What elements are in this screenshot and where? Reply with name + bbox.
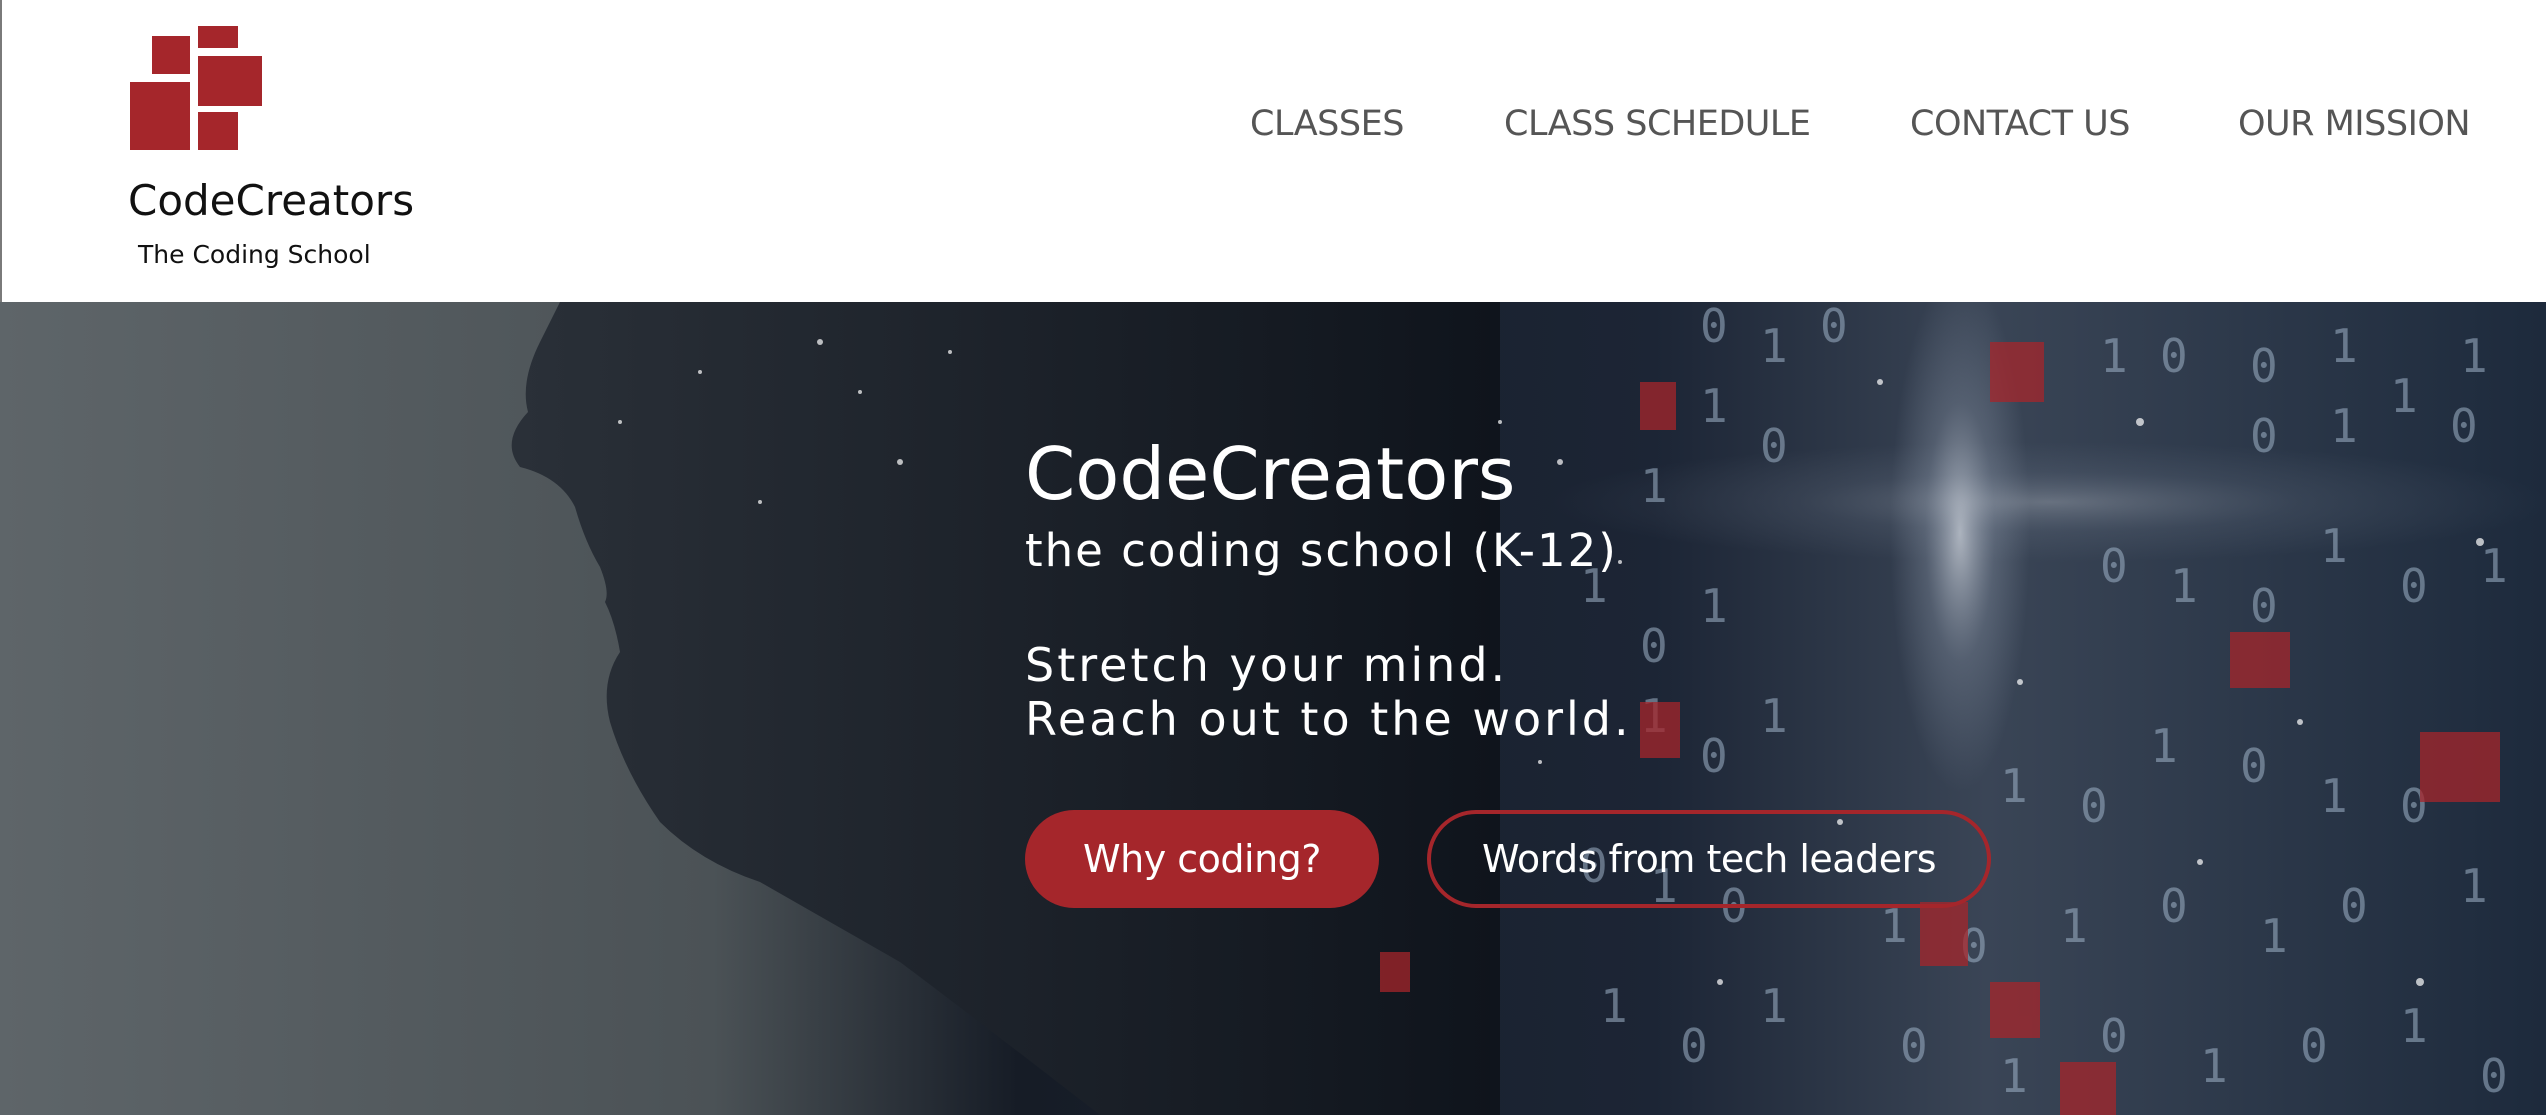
svg-text:0: 0 xyxy=(2340,879,2368,933)
svg-text:1: 1 xyxy=(1760,319,1788,373)
svg-text:0: 0 xyxy=(1640,619,1668,673)
svg-text:1: 1 xyxy=(2330,319,2358,373)
svg-text:1: 1 xyxy=(1640,459,1668,513)
svg-text:1: 1 xyxy=(2390,369,2418,423)
svg-text:1: 1 xyxy=(2320,769,2348,823)
site-header: CodeCreators The Coding School CLASSES C… xyxy=(0,0,2546,302)
svg-text:1: 1 xyxy=(1700,379,1728,433)
svg-text:1: 1 xyxy=(2330,399,2358,453)
logo-icon[interactable] xyxy=(130,26,262,150)
svg-text:0: 0 xyxy=(2240,739,2268,793)
svg-text:1: 1 xyxy=(2400,999,2428,1053)
svg-text:1: 1 xyxy=(2060,899,2088,953)
svg-text:1: 1 xyxy=(2170,559,2198,613)
nav-our-mission[interactable]: OUR MISSION xyxy=(2238,104,2471,144)
svg-text:1: 1 xyxy=(2150,719,2178,773)
svg-text:0: 0 xyxy=(2400,559,2428,613)
svg-text:0: 0 xyxy=(2300,1019,2328,1073)
words-from-tech-leaders-button[interactable]: Words from tech leaders xyxy=(1427,810,1991,908)
svg-text:1: 1 xyxy=(1760,689,1788,743)
brand-tagline: The Coding School xyxy=(138,240,371,269)
why-coding-button[interactable]: Why coding? xyxy=(1025,810,1379,908)
svg-text:1: 1 xyxy=(2320,519,2348,573)
svg-text:0: 0 xyxy=(2250,409,2278,463)
svg-text:0: 0 xyxy=(2250,339,2278,393)
svg-text:1: 1 xyxy=(2260,909,2288,963)
svg-text:0: 0 xyxy=(1700,302,1728,353)
svg-text:0: 0 xyxy=(2480,1049,2508,1103)
hero-slogan-line-2: Reach out to the world. xyxy=(1025,692,1632,746)
svg-text:0: 0 xyxy=(2160,879,2188,933)
svg-text:1: 1 xyxy=(2480,539,2508,593)
hero-slogan-line-1: Stretch your mind. xyxy=(1025,638,1509,692)
nav-contact-us[interactable]: CONTACT US xyxy=(1910,104,2130,144)
hero-title: CodeCreators xyxy=(1025,432,1516,516)
svg-text:0: 0 xyxy=(1900,1019,1928,1073)
svg-text:0: 0 xyxy=(1700,729,1728,783)
hero-section: 010 100 111 101 010 101 010 101 101 101 … xyxy=(0,302,2546,1115)
svg-text:0: 0 xyxy=(1820,302,1848,353)
svg-text:0: 0 xyxy=(2250,579,2278,633)
svg-text:1: 1 xyxy=(1700,579,1728,633)
svg-text:0: 0 xyxy=(2160,329,2188,383)
svg-text:0: 0 xyxy=(2100,1009,2128,1063)
svg-text:1: 1 xyxy=(2460,859,2488,913)
hero-subtitle: the coding school (K-12) xyxy=(1025,524,1618,577)
svg-text:0: 0 xyxy=(1760,419,1788,473)
svg-text:1: 1 xyxy=(2200,1039,2228,1093)
svg-text:0: 0 xyxy=(2100,539,2128,593)
brand-name[interactable]: CodeCreators xyxy=(128,176,414,225)
svg-text:1: 1 xyxy=(2000,759,2028,813)
svg-text:1: 1 xyxy=(2460,329,2488,383)
svg-text:0: 0 xyxy=(2080,779,2108,833)
svg-text:0: 0 xyxy=(1680,1019,1708,1073)
svg-text:1: 1 xyxy=(2100,329,2128,383)
svg-text:1: 1 xyxy=(1760,979,1788,1033)
svg-text:0: 0 xyxy=(2450,399,2478,453)
svg-text:1: 1 xyxy=(1600,979,1628,1033)
nav-class-schedule[interactable]: CLASS SCHEDULE xyxy=(1504,104,1811,144)
svg-text:1: 1 xyxy=(2000,1049,2028,1103)
nav-classes[interactable]: CLASSES xyxy=(1250,104,1404,144)
